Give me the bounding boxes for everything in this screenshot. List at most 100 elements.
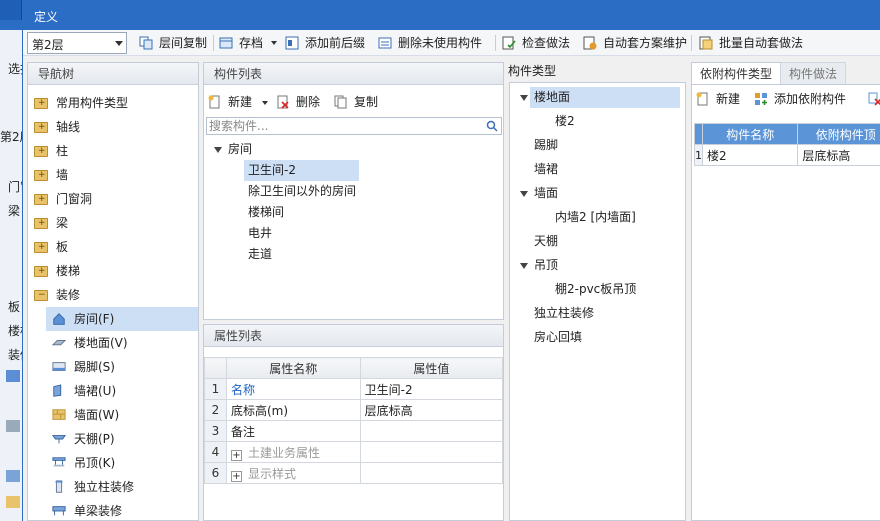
dialog-title-bar[interactable]: 定义 (23, 0, 880, 30)
nav-item[interactable]: 墙裙(U) (46, 379, 198, 403)
nav-item[interactable]: + 梁 (28, 211, 198, 235)
nav-item[interactable]: 单梁装修 (46, 499, 198, 521)
nav-item[interactable]: 楼地面(V) (46, 331, 198, 355)
nav-item[interactable]: + 门窗洞 (28, 187, 198, 211)
tab-dependency-type[interactable]: 依附构件类型 (691, 62, 782, 84)
component-type-label: 内墙2 [内墙面] (555, 210, 636, 224)
copy-icon (334, 95, 347, 109)
nav-item[interactable]: 墙面(W) (46, 403, 198, 427)
dependency-row[interactable]: 1 楼2 层底标高 (694, 144, 880, 166)
folder-icon[interactable]: + (34, 194, 48, 205)
dependency-type-cell[interactable]: 层底标高 (797, 144, 880, 166)
expand-triangle-icon[interactable] (520, 263, 528, 269)
nav-item[interactable]: 独立柱装修 (46, 475, 198, 499)
nav-item[interactable]: + 轴线 (28, 115, 198, 139)
expand-triangle-icon[interactable] (520, 191, 528, 197)
folder-icon[interactable]: + (34, 170, 48, 181)
row-number: 3 (204, 420, 227, 442)
component-type-item[interactable]: 楼2 (550, 111, 680, 132)
expand-triangle-icon[interactable] (214, 147, 222, 153)
nav-item[interactable]: − 装修 (28, 283, 198, 307)
component-type-item[interactable]: 天棚 (510, 231, 680, 252)
delete-icon (868, 92, 880, 106)
property-value-cell[interactable]: 层底标高 (359, 399, 504, 421)
component-type-item[interactable]: 棚2-pvc板吊顶 (550, 279, 680, 300)
auto-scheme-icon (583, 36, 597, 50)
nav-item-label: 楼梯 (56, 264, 81, 278)
dependency-toolbar: 新建 添加依附构件 (692, 88, 880, 110)
nav-item[interactable]: + 墙 (28, 163, 198, 187)
property-value-cell[interactable] (359, 420, 504, 442)
component-item[interactable]: 电井 (244, 223, 444, 244)
nav-tree-list: + 常用构件类型 + 轴线 + 柱 + 墙 + 门窗洞 + 梁 + 板 + 楼梯 − 装修 房间(F) 楼地面(V) 踢… (28, 91, 198, 521)
component-types-tree: 楼地面楼2 踢脚墙裙墙面内墙2 [内墙面] 天棚吊顶棚2-pvc板吊顶独立柱装修房心… (509, 82, 686, 521)
nav-item[interactable]: 吊顶(K) (46, 451, 198, 475)
nav-item[interactable]: + 柱 (28, 139, 198, 163)
folder-icon[interactable]: + (34, 122, 48, 133)
folder-icon[interactable]: + (34, 146, 48, 157)
folder-icon[interactable]: + (34, 242, 48, 253)
nav-item-label: 墙 (56, 168, 69, 182)
nav-item[interactable]: 天棚(P) (46, 427, 198, 451)
property-row[interactable]: 6 + 显示样式 (204, 462, 504, 484)
component-type-label: 墙裙 (534, 162, 559, 176)
property-row[interactable]: 3 备注 (204, 420, 504, 442)
search-icon[interactable] (486, 120, 498, 132)
component-type-item[interactable]: 房心回填 (510, 327, 680, 348)
component-type-item[interactable]: 内墙2 [内墙面] (550, 207, 680, 228)
folder-icon[interactable]: + (34, 266, 48, 277)
component-type-item[interactable]: 踢脚 (510, 135, 680, 156)
property-row[interactable]: 1 名称 卫生间-2 (204, 378, 504, 400)
dependency-name-cell[interactable]: 楼2 (701, 144, 799, 166)
row-number: 6 (204, 462, 227, 484)
component-item[interactable]: 卫生间-2 (244, 160, 359, 181)
component-item[interactable]: 走道 (244, 244, 444, 265)
toolbar-divider (691, 35, 692, 51)
folder-open-icon[interactable]: − (34, 290, 48, 301)
component-list-panel: 构件列表 新建 删除 复制 房间卫生间-2除卫生间以外的房间楼梯间电井走道 (203, 62, 504, 320)
nav-item[interactable]: + 板 (28, 235, 198, 259)
column-finish-icon (55, 480, 63, 493)
component-type-item[interactable]: 墙面 (510, 183, 680, 204)
nav-tree-title: 导航树 (28, 63, 198, 85)
folder-icon[interactable]: + (34, 218, 48, 229)
nav-item[interactable]: + 楼梯 (28, 259, 198, 283)
app-logo-icon (0, 0, 22, 20)
archive-dropdown[interactable] (271, 33, 279, 53)
nav-item-label: 柱 (56, 144, 69, 158)
expand-plus-icon[interactable]: + (230, 449, 242, 461)
component-item[interactable]: 楼梯间 (244, 202, 444, 223)
component-search-box[interactable] (206, 117, 502, 135)
property-value-cell[interactable] (359, 462, 504, 484)
expand-plus-icon[interactable]: + (230, 470, 242, 482)
beam-finish-icon (52, 506, 66, 516)
tab-component-method[interactable]: 构件做法 (780, 62, 847, 84)
property-row[interactable]: 4 + 土建业务属性 (204, 441, 504, 463)
nav-item[interactable]: 房间(F) (46, 307, 198, 331)
row-number: 1 (694, 144, 703, 166)
property-name-cell: + 显示样式 (225, 462, 361, 484)
nav-item-label: 墙裙(U) (74, 384, 117, 398)
property-row[interactable]: 2 底标高(m) 层底标高 (204, 399, 504, 421)
property-value-cell[interactable]: 卫生间-2 (359, 378, 504, 400)
expand-triangle-icon[interactable] (520, 95, 528, 101)
floor-select[interactable]: 第2层 (27, 32, 127, 54)
component-name-header: 构件名称 (701, 123, 799, 145)
component-item[interactable]: 除卫生间以外的房间 (244, 181, 444, 202)
folder-icon[interactable]: + (34, 98, 48, 109)
component-types-title: 构件类型 (508, 64, 557, 78)
component-type-item[interactable]: 楼地面 (520, 87, 680, 108)
component-type-item[interactable]: 独立柱装修 (510, 303, 680, 324)
property-value-cell[interactable] (359, 441, 504, 463)
nav-item-label: 板 (56, 240, 69, 254)
component-type-label: 楼2 (555, 114, 575, 128)
component-type-item[interactable]: 墙裙 (510, 159, 680, 180)
new-dropdown-caret-icon[interactable] (262, 101, 268, 105)
dependency-panel: 依附构件类型 构件做法 新建 添加依附构件 构件名称 依附构件顶 1 楼2 层底… (690, 62, 880, 521)
component-type-item[interactable]: 吊顶 (510, 255, 680, 276)
nav-item[interactable]: 踢脚(S) (46, 355, 198, 379)
component-search-input[interactable] (209, 119, 479, 133)
component-group-room[interactable]: 房间 (204, 139, 503, 160)
nav-item[interactable]: + 常用构件类型 (28, 91, 198, 115)
component-list-title: 构件列表 (204, 63, 503, 85)
